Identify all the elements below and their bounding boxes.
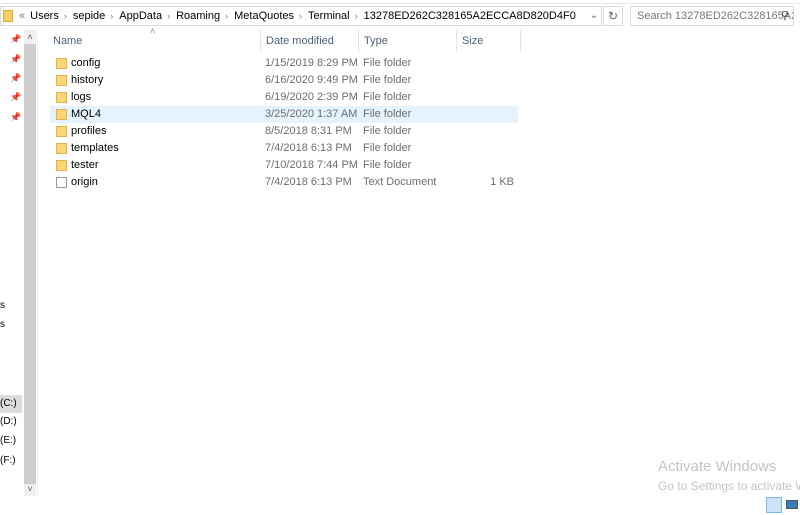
pin-icon[interactable]: 📌 — [10, 112, 21, 123]
file-type: File folder — [363, 159, 412, 171]
nav-item[interactable]: s — [0, 319, 5, 330]
file-date: 7/10/2018 7:44 PM — [265, 159, 358, 171]
chevron-right-icon[interactable]: › — [355, 11, 358, 21]
file-row[interactable]: history 6/16/2020 9:49 PM File folder — [50, 72, 518, 89]
file-date: 7/4/2018 6:13 PM — [265, 142, 352, 154]
file-type: File folder — [363, 57, 412, 69]
navigation-pane: 📌 📌 📌 📌 📌 s s (C:) (D:) (E:) (F:) — [0, 30, 24, 495]
file-row[interactable]: origin 7/4/2018 6:13 PM Text Document 1 … — [50, 174, 518, 191]
breadcrumb-sepide[interactable]: sepide — [73, 10, 105, 22]
pin-icon[interactable]: 📌 — [10, 34, 21, 45]
file-date: 3/25/2020 1:37 AM — [265, 108, 358, 120]
chevron-right-icon[interactable]: › — [299, 11, 302, 21]
file-type: File folder — [363, 108, 412, 120]
file-date: 8/5/2018 8:31 PM — [265, 125, 352, 137]
nav-scrollbar[interactable]: ˄ ˅ — [24, 30, 36, 496]
file-name: history — [71, 74, 104, 86]
pane-divider[interactable] — [37, 30, 38, 496]
scrollbar-thumb[interactable] — [24, 44, 36, 484]
nav-item-drive-c[interactable]: (C:) — [0, 395, 22, 413]
nav-item-drive-d[interactable]: (D:) — [0, 416, 17, 427]
pin-icon[interactable]: 📌 — [10, 92, 21, 103]
file-date: 1/15/2019 8:29 PM — [265, 57, 358, 69]
search-icon: ⚲ — [780, 10, 789, 22]
activation-watermark-subtitle: Go to Settings to activate W — [658, 479, 800, 493]
column-header-date-modified[interactable]: Date modified — [261, 30, 359, 52]
file-type: File folder — [363, 74, 412, 86]
file-name: config — [71, 57, 101, 69]
chevron-right-icon[interactable]: › — [110, 11, 113, 21]
text-document-icon — [56, 177, 67, 188]
activation-watermark-title: Activate Windows — [658, 458, 777, 475]
scroll-down-icon[interactable]: ˅ — [24, 482, 36, 496]
large-icons-view-icon[interactable] — [784, 497, 800, 513]
file-row[interactable]: MQL4 3/25/2020 1:37 AM File folder — [50, 106, 518, 123]
folder-icon — [56, 75, 67, 86]
folder-icon — [56, 92, 67, 103]
file-type: Text Document — [363, 176, 437, 188]
file-size: 1 KB — [490, 176, 514, 188]
breadcrumb-users[interactable]: Users — [30, 10, 59, 22]
file-row[interactable]: logs 6/19/2020 2:39 PM File folder — [50, 89, 518, 106]
chevron-right-icon[interactable]: › — [64, 11, 67, 21]
breadcrumb-appdata[interactable]: AppData — [119, 10, 162, 22]
breadcrumb-metaquotes[interactable]: MetaQuotes — [234, 10, 294, 22]
folder-icon — [3, 10, 13, 22]
file-row[interactable]: profiles 8/5/2018 8:31 PM File folder — [50, 123, 518, 140]
details-view-icon[interactable] — [766, 497, 782, 513]
file-row[interactable]: config 1/15/2019 8:29 PM File folder — [50, 55, 518, 72]
file-row[interactable]: tester 7/10/2018 7:44 PM File folder — [50, 157, 518, 174]
nav-item-drive-e[interactable]: (E:) — [0, 435, 16, 446]
file-name: tester — [71, 159, 99, 171]
breadcrumb-roaming[interactable]: Roaming — [176, 10, 220, 22]
file-type: File folder — [363, 142, 412, 154]
file-date: 6/16/2020 9:49 PM — [265, 74, 358, 86]
column-header-name[interactable]: Name — [48, 30, 261, 52]
folder-icon — [56, 143, 67, 154]
folder-icon — [56, 109, 67, 120]
search-input[interactable]: Search 13278ED262C328165A2... ⚲ — [630, 6, 794, 26]
file-date: 6/19/2020 2:39 PM — [265, 91, 358, 103]
pin-icon[interactable]: 📌 — [10, 54, 21, 65]
address-history-chevron-down-icon[interactable]: ⌄ — [586, 6, 602, 26]
pin-icon[interactable]: 📌 — [10, 73, 21, 84]
folder-icon — [56, 58, 67, 69]
folder-icon — [56, 160, 67, 171]
column-header-type[interactable]: Type — [359, 30, 457, 52]
nav-item-drive-f[interactable]: (F:) — [0, 455, 16, 466]
file-name: origin — [71, 176, 98, 188]
file-name: profiles — [71, 125, 107, 137]
nav-item[interactable]: s — [0, 300, 5, 311]
file-name: logs — [71, 91, 92, 103]
search-placeholder: Search 13278ED262C328165A2... — [637, 10, 794, 22]
folder-icon — [56, 126, 67, 137]
file-type: File folder — [363, 91, 412, 103]
file-name: templates — [71, 142, 119, 154]
chevron-right-icon[interactable]: › — [225, 11, 228, 21]
file-type: File folder — [363, 125, 412, 137]
refresh-icon[interactable]: ↻ — [603, 6, 623, 26]
file-date: 7/4/2018 6:13 PM — [265, 176, 352, 188]
breadcrumb-current[interactable]: 13278ED262C328165A2ECCA8D820D4F0 — [364, 10, 576, 22]
column-header-size[interactable]: Size — [457, 30, 521, 52]
scroll-up-icon[interactable]: ˄ — [24, 30, 36, 44]
file-row[interactable]: templates 7/4/2018 6:13 PM File folder — [50, 140, 518, 157]
chevron-right-icon[interactable]: › — [167, 11, 170, 21]
file-name: MQL4 — [71, 108, 101, 120]
address-bar[interactable]: « Users › sepide › AppData › Roaming › MetaQ… — [0, 6, 602, 26]
breadcrumb-terminal[interactable]: Terminal — [308, 10, 350, 22]
breadcrumb-overflow[interactable]: « — [19, 10, 25, 22]
title-bar-edge — [0, 0, 800, 4]
